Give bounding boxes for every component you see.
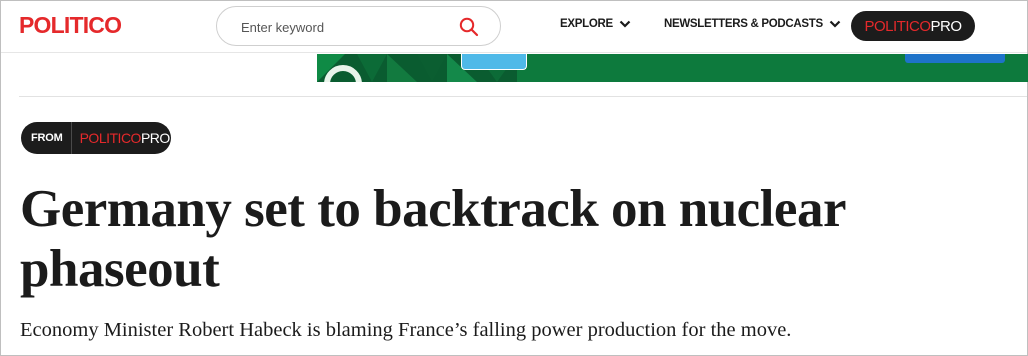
politico-pro-button[interactable]: POLITICO PRO — [851, 11, 975, 41]
nav-newsletters-label: NEWSLETTERS & PODCASTS — [664, 18, 823, 30]
search-box — [216, 6, 501, 46]
chevron-down-icon — [829, 20, 841, 28]
nav-explore[interactable]: EXPLORE — [560, 18, 631, 30]
header-divider — [19, 96, 1027, 97]
badge-brand: POLITICOPRO — [72, 130, 171, 146]
advertisement-banner[interactable] — [317, 54, 1028, 82]
badge-brand-name: POLITICO — [79, 130, 142, 146]
pro-button-brand: POLITICO — [864, 17, 931, 35]
search-input[interactable] — [241, 17, 451, 37]
from-politico-pro-badge[interactable]: FROM POLITICOPRO — [21, 122, 171, 154]
from-label: FROM — [31, 132, 63, 144]
ad-badge — [461, 54, 527, 70]
article-headline: Germany set to backtrack on nuclear phas… — [20, 180, 846, 298]
chevron-down-icon — [619, 20, 631, 28]
article-dek: Economy Minister Robert Habeck is blamin… — [20, 319, 792, 341]
top-navigation-bar: POLITICO EXPLORE NEWSLETTERS & PODCASTS … — [1, 1, 1027, 53]
politico-logo[interactable]: POLITICO — [19, 12, 122, 39]
search-icon[interactable] — [458, 16, 480, 38]
badge-brand-suffix: PRO — [140, 130, 170, 146]
ad-cta-button[interactable] — [905, 54, 1005, 63]
nav-newsletters-podcasts[interactable]: NEWSLETTERS & PODCASTS — [664, 18, 841, 30]
pro-button-suffix: PRO — [930, 17, 963, 35]
nav-explore-label: EXPLORE — [560, 18, 613, 30]
